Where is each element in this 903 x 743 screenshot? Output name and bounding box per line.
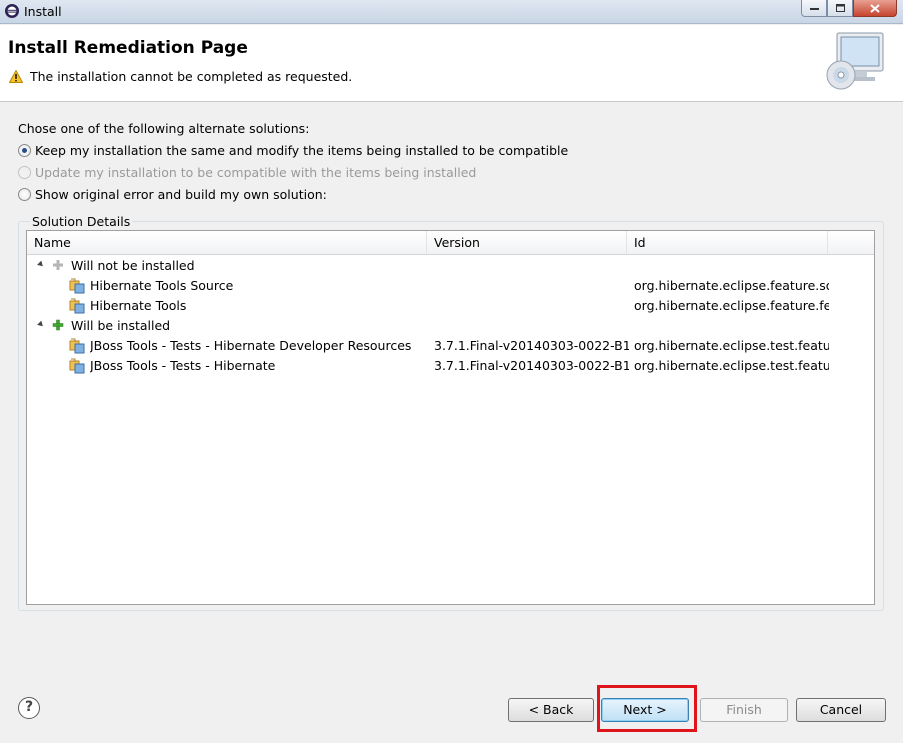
item-name: Hibernate Tools: [90, 298, 187, 313]
table-header: Name Version Id: [27, 231, 874, 255]
item-id: org.hibernate.eclipse.test.featur...: [634, 358, 829, 373]
install-wizard-icon: [826, 32, 884, 90]
table-row[interactable]: Hibernate Tools org.hibernate.eclipse.fe…: [27, 296, 874, 316]
option-show-original-error[interactable]: Show original error and build my own sol…: [18, 187, 327, 202]
item-id: org.hibernate.eclipse.feature.so...: [634, 278, 829, 293]
maximize-icon: [835, 4, 845, 12]
cancel-button[interactable]: Cancel: [796, 698, 886, 722]
item-name: Hibernate Tools Source: [90, 278, 234, 293]
radio-update-installation: [18, 166, 31, 179]
table-row[interactable]: JBoss Tools - Tests - Hibernate Develope…: [27, 336, 874, 356]
item-version: 3.7.1.Final-v20140303-0022-B124: [434, 358, 629, 373]
feature-plugin-icon: [69, 358, 85, 374]
window-title: Install: [24, 4, 62, 19]
green-plus-icon: [52, 319, 64, 331]
group-label: Will be installed: [71, 318, 171, 333]
solutions-prompt: Chose one of the following alternate sol…: [18, 121, 310, 136]
help-icon: ?: [24, 699, 34, 715]
option-label: Update my installation to be compatible …: [35, 165, 477, 180]
help-button[interactable]: ?: [18, 697, 40, 719]
gray-plus-icon: [53, 260, 63, 270]
status-message: The installation cannot be completed as …: [30, 69, 353, 84]
radio-keep-installation[interactable]: [18, 144, 31, 157]
item-name: JBoss Tools - Tests - Hibernate Develope…: [90, 338, 412, 353]
option-label: Show original error and build my own sol…: [35, 187, 327, 202]
option-update-installation: Update my installation to be compatible …: [18, 165, 476, 180]
radio-show-original-error[interactable]: [18, 188, 31, 201]
tree-group-row[interactable]: Will not be installed: [27, 256, 874, 276]
item-id: org.hibernate.eclipse.feature.fe...: [634, 298, 829, 313]
item-name: JBoss Tools - Tests - Hibernate: [90, 358, 276, 373]
minimize-button[interactable]: [801, 0, 827, 17]
wizard-header: Install Remediation Page The installatio…: [0, 25, 903, 102]
feature-plugin-icon: [69, 278, 85, 294]
solution-tree-table[interactable]: Name Version Id Will not be installed Hi…: [26, 230, 875, 605]
option-keep-installation[interactable]: Keep my installation the same and modify…: [18, 143, 568, 158]
feature-plugin-icon: [69, 298, 85, 314]
column-header-version[interactable]: Version: [427, 231, 627, 254]
warning-icon: [9, 70, 23, 83]
eclipse-app-icon: [5, 4, 19, 18]
close-icon: [870, 3, 880, 13]
item-version: 3.7.1.Final-v20140303-0022-B124: [434, 338, 629, 353]
back-button[interactable]: < Back: [508, 698, 594, 722]
page-title: Install Remediation Page: [8, 38, 248, 58]
column-header-name[interactable]: Name: [27, 231, 427, 254]
expand-arrow-icon[interactable]: [37, 320, 45, 329]
tree-group-row[interactable]: Will be installed: [27, 316, 874, 336]
table-row[interactable]: JBoss Tools - Tests - Hibernate 3.7.1.Fi…: [27, 356, 874, 376]
solution-details-label: Solution Details: [30, 214, 133, 229]
table-row[interactable]: Hibernate Tools Source org.hibernate.ecl…: [27, 276, 874, 296]
next-button[interactable]: Next >: [601, 698, 689, 722]
group-label: Will not be installed: [71, 258, 195, 273]
feature-plugin-icon: [69, 338, 85, 354]
option-label: Keep my installation the same and modify…: [35, 143, 569, 158]
expand-arrow-icon[interactable]: [37, 260, 45, 269]
maximize-button[interactable]: [827, 0, 853, 17]
window-titlebar: Install: [0, 0, 903, 24]
minimize-icon: [809, 8, 819, 10]
item-id: org.hibernate.eclipse.test.featur...: [634, 338, 829, 353]
column-header-id[interactable]: Id: [627, 231, 828, 254]
finish-button: Finish: [700, 698, 788, 722]
close-button[interactable]: [853, 0, 897, 17]
